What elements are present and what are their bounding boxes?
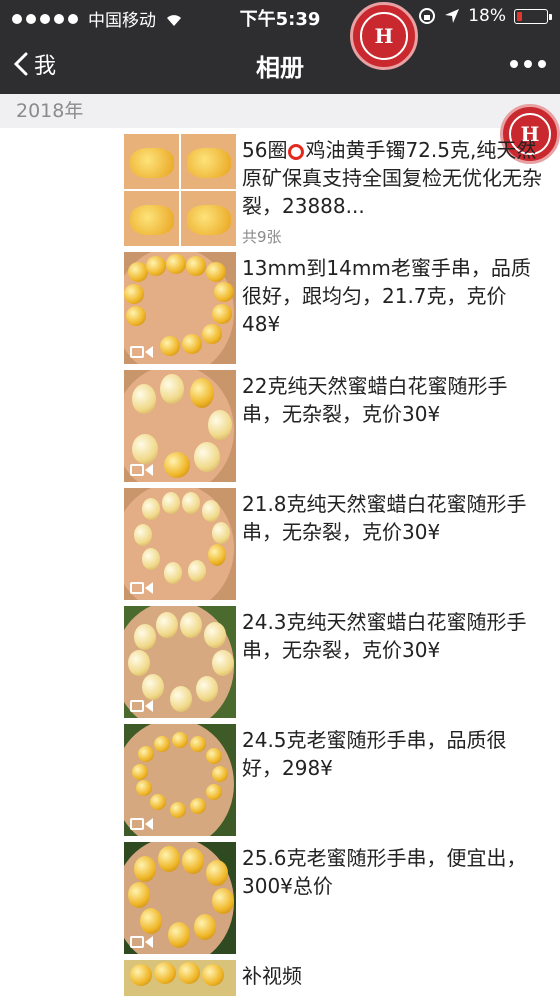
album-entry[interactable]: 补视频 bbox=[0, 960, 560, 996]
album-entry[interactable]: 24.3克纯天然蜜蜡白花蜜随形手串，无杂裂，克价30¥ bbox=[0, 606, 560, 721]
entry-thumbnail[interactable] bbox=[124, 960, 236, 996]
year-header: 2018年 bbox=[0, 94, 560, 128]
video-icon bbox=[130, 582, 153, 594]
photo-count: 共9张 bbox=[242, 228, 282, 246]
battery-icon bbox=[514, 8, 552, 24]
album-entry[interactable]: 56圈 鸡油黄手镯72.5克,纯天然原矿保真支持全国复检无优化无杂裂，23888.… bbox=[0, 134, 560, 249]
entry-text: 24.5克老蜜随形手串，品质很好，298¥ bbox=[242, 728, 507, 780]
entry-thumbnail-grid[interactable] bbox=[124, 134, 236, 246]
entry-text: 25.6克老蜜随形手串，便宜出，300¥总价 bbox=[242, 846, 527, 898]
year-label: 2018年 bbox=[16, 100, 84, 122]
nav-bar: 我 相册 bbox=[0, 34, 560, 94]
album-entry[interactable]: 25.6克老蜜随形手串，便宜出，300¥总价 bbox=[0, 842, 560, 957]
entry-text: 22克纯天然蜜蜡白花蜜随形手串，无杂裂，克价30¥ bbox=[242, 374, 508, 426]
album-entry[interactable]: 22克纯天然蜜蜡白花蜜随形手串，无杂裂，克价30¥ bbox=[0, 370, 560, 485]
more-button[interactable] bbox=[510, 60, 546, 68]
battery-percent: 18% bbox=[468, 6, 506, 26]
entry-text: 13mm到14mm老蜜手串，品质很好，跟均匀，21.7克，克价48¥ bbox=[242, 256, 531, 336]
entry-thumbnail[interactable] bbox=[124, 842, 236, 954]
entry-text: 56圈 鸡油黄手镯72.5克,纯天然原矿保真支持全国复检无优化无杂裂，23888.… bbox=[242, 138, 542, 218]
video-icon bbox=[130, 818, 153, 830]
video-icon bbox=[130, 464, 153, 476]
album-entry[interactable]: 24.5克老蜜随形手串，品质很好，298¥ bbox=[0, 724, 560, 839]
entry-text: 24.3克纯天然蜜蜡白花蜜随形手串，无杂裂，克价30¥ bbox=[242, 610, 527, 662]
entry-thumbnail[interactable] bbox=[124, 606, 236, 718]
entry-text: 补视频 bbox=[242, 964, 302, 988]
status-right: 18% bbox=[418, 6, 552, 26]
red-circle-icon bbox=[288, 144, 305, 160]
video-icon bbox=[130, 346, 153, 358]
album-entry[interactable]: 13mm到14mm老蜜手串，品质很好，跟均匀，21.7克，克价48¥ bbox=[0, 252, 560, 367]
status-bar: 中国移动 下午5:39 18% bbox=[0, 0, 560, 34]
entry-text: 21.8克纯天然蜜蜡白花蜜随形手串，无杂裂，克价30¥ bbox=[242, 492, 527, 544]
page-title: 相册 bbox=[256, 54, 304, 82]
watermark-logo: H bbox=[350, 2, 418, 70]
video-icon bbox=[130, 700, 153, 712]
entry-thumbnail[interactable] bbox=[124, 252, 236, 364]
entry-thumbnail[interactable] bbox=[124, 724, 236, 836]
video-icon bbox=[130, 936, 153, 948]
rotation-lock-icon bbox=[419, 8, 436, 24]
location-icon bbox=[445, 9, 460, 23]
album-entry[interactable]: 21.8克纯天然蜜蜡白花蜜随形手串，无杂裂，克价30¥ bbox=[0, 488, 560, 603]
entry-thumbnail[interactable] bbox=[124, 488, 236, 600]
entry-thumbnail[interactable] bbox=[124, 370, 236, 482]
